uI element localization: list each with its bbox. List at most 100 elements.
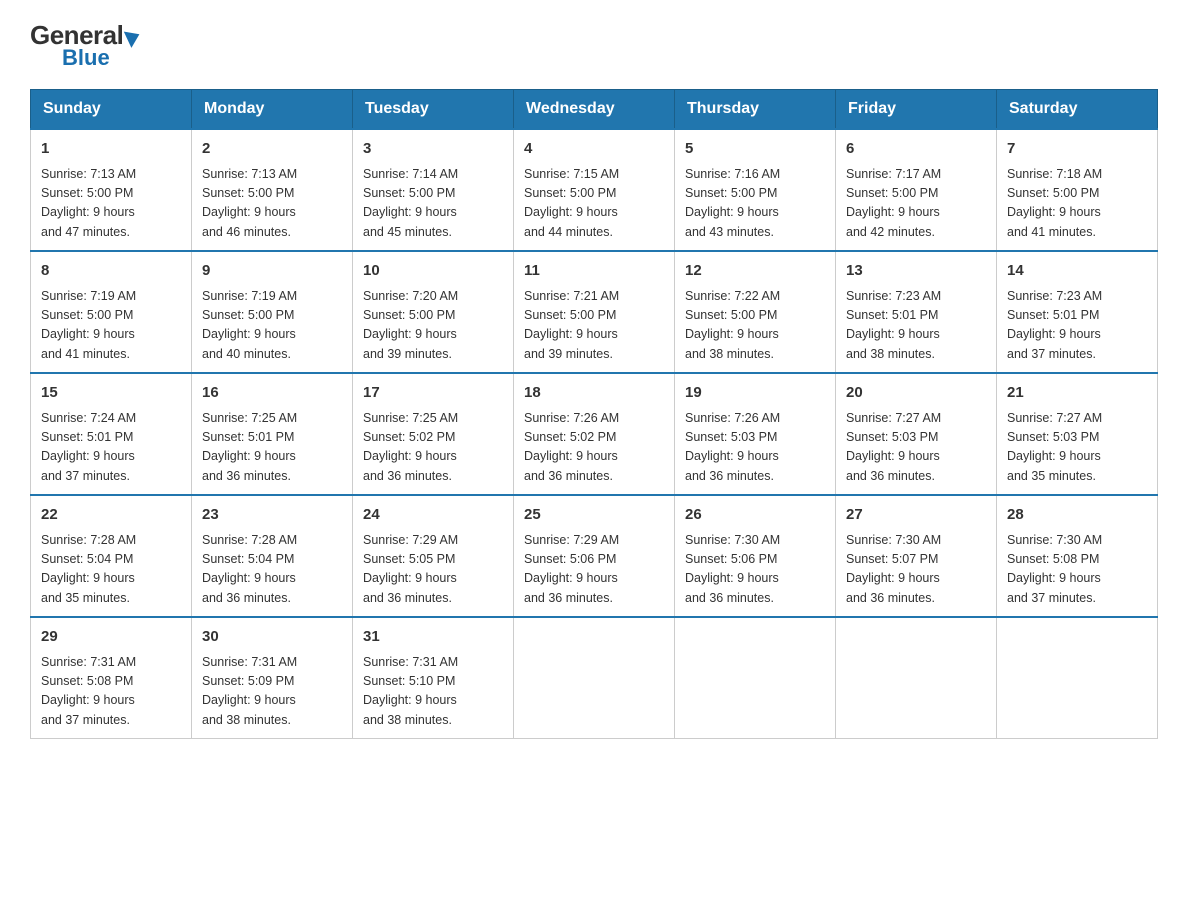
- day-info: Sunrise: 7:20 AM Sunset: 5:00 PM Dayligh…: [363, 287, 503, 365]
- calendar-cell: [514, 617, 675, 739]
- day-number: 1: [41, 138, 181, 161]
- day-number: 12: [685, 260, 825, 283]
- calendar-cell: 18 Sunrise: 7:26 AM Sunset: 5:02 PM Dayl…: [514, 373, 675, 495]
- calendar-cell: 6 Sunrise: 7:17 AM Sunset: 5:00 PM Dayli…: [836, 129, 997, 251]
- calendar-cell: 27 Sunrise: 7:30 AM Sunset: 5:07 PM Dayl…: [836, 495, 997, 617]
- calendar-cell: 13 Sunrise: 7:23 AM Sunset: 5:01 PM Dayl…: [836, 251, 997, 373]
- calendar-cell: 28 Sunrise: 7:30 AM Sunset: 5:08 PM Dayl…: [997, 495, 1158, 617]
- day-info: Sunrise: 7:19 AM Sunset: 5:00 PM Dayligh…: [41, 287, 181, 365]
- calendar-cell: 19 Sunrise: 7:26 AM Sunset: 5:03 PM Dayl…: [675, 373, 836, 495]
- week-row-3: 15 Sunrise: 7:24 AM Sunset: 5:01 PM Dayl…: [31, 373, 1158, 495]
- day-number: 13: [846, 260, 986, 283]
- calendar-cell: 1 Sunrise: 7:13 AM Sunset: 5:00 PM Dayli…: [31, 129, 192, 251]
- calendar-cell: [997, 617, 1158, 739]
- calendar-cell: 21 Sunrise: 7:27 AM Sunset: 5:03 PM Dayl…: [997, 373, 1158, 495]
- day-number: 31: [363, 626, 503, 649]
- day-number: 9: [202, 260, 342, 283]
- day-info: Sunrise: 7:15 AM Sunset: 5:00 PM Dayligh…: [524, 165, 664, 243]
- day-info: Sunrise: 7:13 AM Sunset: 5:00 PM Dayligh…: [41, 165, 181, 243]
- day-number: 16: [202, 382, 342, 405]
- calendar-cell: 12 Sunrise: 7:22 AM Sunset: 5:00 PM Dayl…: [675, 251, 836, 373]
- day-info: Sunrise: 7:24 AM Sunset: 5:01 PM Dayligh…: [41, 409, 181, 487]
- calendar-header-thursday: Thursday: [675, 90, 836, 130]
- calendar-cell: 24 Sunrise: 7:29 AM Sunset: 5:05 PM Dayl…: [353, 495, 514, 617]
- calendar-cell: 31 Sunrise: 7:31 AM Sunset: 5:10 PM Dayl…: [353, 617, 514, 739]
- day-number: 21: [1007, 382, 1147, 405]
- calendar-table: SundayMondayTuesdayWednesdayThursdayFrid…: [30, 89, 1158, 739]
- page-header: General Blue: [30, 20, 1158, 71]
- day-number: 11: [524, 260, 664, 283]
- calendar-header-monday: Monday: [192, 90, 353, 130]
- calendar-header-tuesday: Tuesday: [353, 90, 514, 130]
- calendar-cell: 7 Sunrise: 7:18 AM Sunset: 5:00 PM Dayli…: [997, 129, 1158, 251]
- day-info: Sunrise: 7:26 AM Sunset: 5:02 PM Dayligh…: [524, 409, 664, 487]
- logo-blue-text: Blue: [62, 45, 110, 71]
- calendar-cell: 11 Sunrise: 7:21 AM Sunset: 5:00 PM Dayl…: [514, 251, 675, 373]
- day-number: 22: [41, 504, 181, 527]
- day-info: Sunrise: 7:14 AM Sunset: 5:00 PM Dayligh…: [363, 165, 503, 243]
- calendar-cell: 9 Sunrise: 7:19 AM Sunset: 5:00 PM Dayli…: [192, 251, 353, 373]
- day-info: Sunrise: 7:29 AM Sunset: 5:06 PM Dayligh…: [524, 531, 664, 609]
- calendar-header-row: SundayMondayTuesdayWednesdayThursdayFrid…: [31, 90, 1158, 130]
- calendar-cell: [836, 617, 997, 739]
- calendar-header-sunday: Sunday: [31, 90, 192, 130]
- calendar-cell: 4 Sunrise: 7:15 AM Sunset: 5:00 PM Dayli…: [514, 129, 675, 251]
- day-info: Sunrise: 7:19 AM Sunset: 5:00 PM Dayligh…: [202, 287, 342, 365]
- day-info: Sunrise: 7:30 AM Sunset: 5:07 PM Dayligh…: [846, 531, 986, 609]
- day-number: 19: [685, 382, 825, 405]
- calendar-cell: 15 Sunrise: 7:24 AM Sunset: 5:01 PM Dayl…: [31, 373, 192, 495]
- calendar-cell: 26 Sunrise: 7:30 AM Sunset: 5:06 PM Dayl…: [675, 495, 836, 617]
- day-number: 6: [846, 138, 986, 161]
- calendar-header-saturday: Saturday: [997, 90, 1158, 130]
- week-row-4: 22 Sunrise: 7:28 AM Sunset: 5:04 PM Dayl…: [31, 495, 1158, 617]
- week-row-2: 8 Sunrise: 7:19 AM Sunset: 5:00 PM Dayli…: [31, 251, 1158, 373]
- calendar-cell: 3 Sunrise: 7:14 AM Sunset: 5:00 PM Dayli…: [353, 129, 514, 251]
- day-number: 26: [685, 504, 825, 527]
- day-number: 10: [363, 260, 503, 283]
- day-info: Sunrise: 7:26 AM Sunset: 5:03 PM Dayligh…: [685, 409, 825, 487]
- calendar-cell: [675, 617, 836, 739]
- day-number: 25: [524, 504, 664, 527]
- day-info: Sunrise: 7:23 AM Sunset: 5:01 PM Dayligh…: [846, 287, 986, 365]
- day-info: Sunrise: 7:30 AM Sunset: 5:06 PM Dayligh…: [685, 531, 825, 609]
- day-number: 14: [1007, 260, 1147, 283]
- calendar-cell: 23 Sunrise: 7:28 AM Sunset: 5:04 PM Dayl…: [192, 495, 353, 617]
- calendar-cell: 25 Sunrise: 7:29 AM Sunset: 5:06 PM Dayl…: [514, 495, 675, 617]
- day-info: Sunrise: 7:27 AM Sunset: 5:03 PM Dayligh…: [846, 409, 986, 487]
- calendar-cell: 14 Sunrise: 7:23 AM Sunset: 5:01 PM Dayl…: [997, 251, 1158, 373]
- day-info: Sunrise: 7:23 AM Sunset: 5:01 PM Dayligh…: [1007, 287, 1147, 365]
- day-info: Sunrise: 7:13 AM Sunset: 5:00 PM Dayligh…: [202, 165, 342, 243]
- day-info: Sunrise: 7:30 AM Sunset: 5:08 PM Dayligh…: [1007, 531, 1147, 609]
- day-info: Sunrise: 7:31 AM Sunset: 5:09 PM Dayligh…: [202, 653, 342, 731]
- day-info: Sunrise: 7:29 AM Sunset: 5:05 PM Dayligh…: [363, 531, 503, 609]
- calendar-cell: 22 Sunrise: 7:28 AM Sunset: 5:04 PM Dayl…: [31, 495, 192, 617]
- day-number: 3: [363, 138, 503, 161]
- day-number: 24: [363, 504, 503, 527]
- calendar-cell: 2 Sunrise: 7:13 AM Sunset: 5:00 PM Dayli…: [192, 129, 353, 251]
- calendar-cell: 30 Sunrise: 7:31 AM Sunset: 5:09 PM Dayl…: [192, 617, 353, 739]
- day-info: Sunrise: 7:25 AM Sunset: 5:01 PM Dayligh…: [202, 409, 342, 487]
- calendar-cell: 10 Sunrise: 7:20 AM Sunset: 5:00 PM Dayl…: [353, 251, 514, 373]
- day-info: Sunrise: 7:25 AM Sunset: 5:02 PM Dayligh…: [363, 409, 503, 487]
- day-info: Sunrise: 7:31 AM Sunset: 5:10 PM Dayligh…: [363, 653, 503, 731]
- week-row-5: 29 Sunrise: 7:31 AM Sunset: 5:08 PM Dayl…: [31, 617, 1158, 739]
- day-number: 15: [41, 382, 181, 405]
- calendar-cell: 8 Sunrise: 7:19 AM Sunset: 5:00 PM Dayli…: [31, 251, 192, 373]
- day-info: Sunrise: 7:17 AM Sunset: 5:00 PM Dayligh…: [846, 165, 986, 243]
- logo-arrow-icon: [124, 26, 143, 48]
- calendar-cell: 5 Sunrise: 7:16 AM Sunset: 5:00 PM Dayli…: [675, 129, 836, 251]
- calendar-cell: 29 Sunrise: 7:31 AM Sunset: 5:08 PM Dayl…: [31, 617, 192, 739]
- day-number: 29: [41, 626, 181, 649]
- day-info: Sunrise: 7:22 AM Sunset: 5:00 PM Dayligh…: [685, 287, 825, 365]
- day-number: 28: [1007, 504, 1147, 527]
- day-info: Sunrise: 7:21 AM Sunset: 5:00 PM Dayligh…: [524, 287, 664, 365]
- day-info: Sunrise: 7:31 AM Sunset: 5:08 PM Dayligh…: [41, 653, 181, 731]
- day-info: Sunrise: 7:16 AM Sunset: 5:00 PM Dayligh…: [685, 165, 825, 243]
- calendar-header-friday: Friday: [836, 90, 997, 130]
- day-info: Sunrise: 7:27 AM Sunset: 5:03 PM Dayligh…: [1007, 409, 1147, 487]
- day-number: 23: [202, 504, 342, 527]
- day-info: Sunrise: 7:18 AM Sunset: 5:00 PM Dayligh…: [1007, 165, 1147, 243]
- day-number: 17: [363, 382, 503, 405]
- day-info: Sunrise: 7:28 AM Sunset: 5:04 PM Dayligh…: [41, 531, 181, 609]
- day-number: 2: [202, 138, 342, 161]
